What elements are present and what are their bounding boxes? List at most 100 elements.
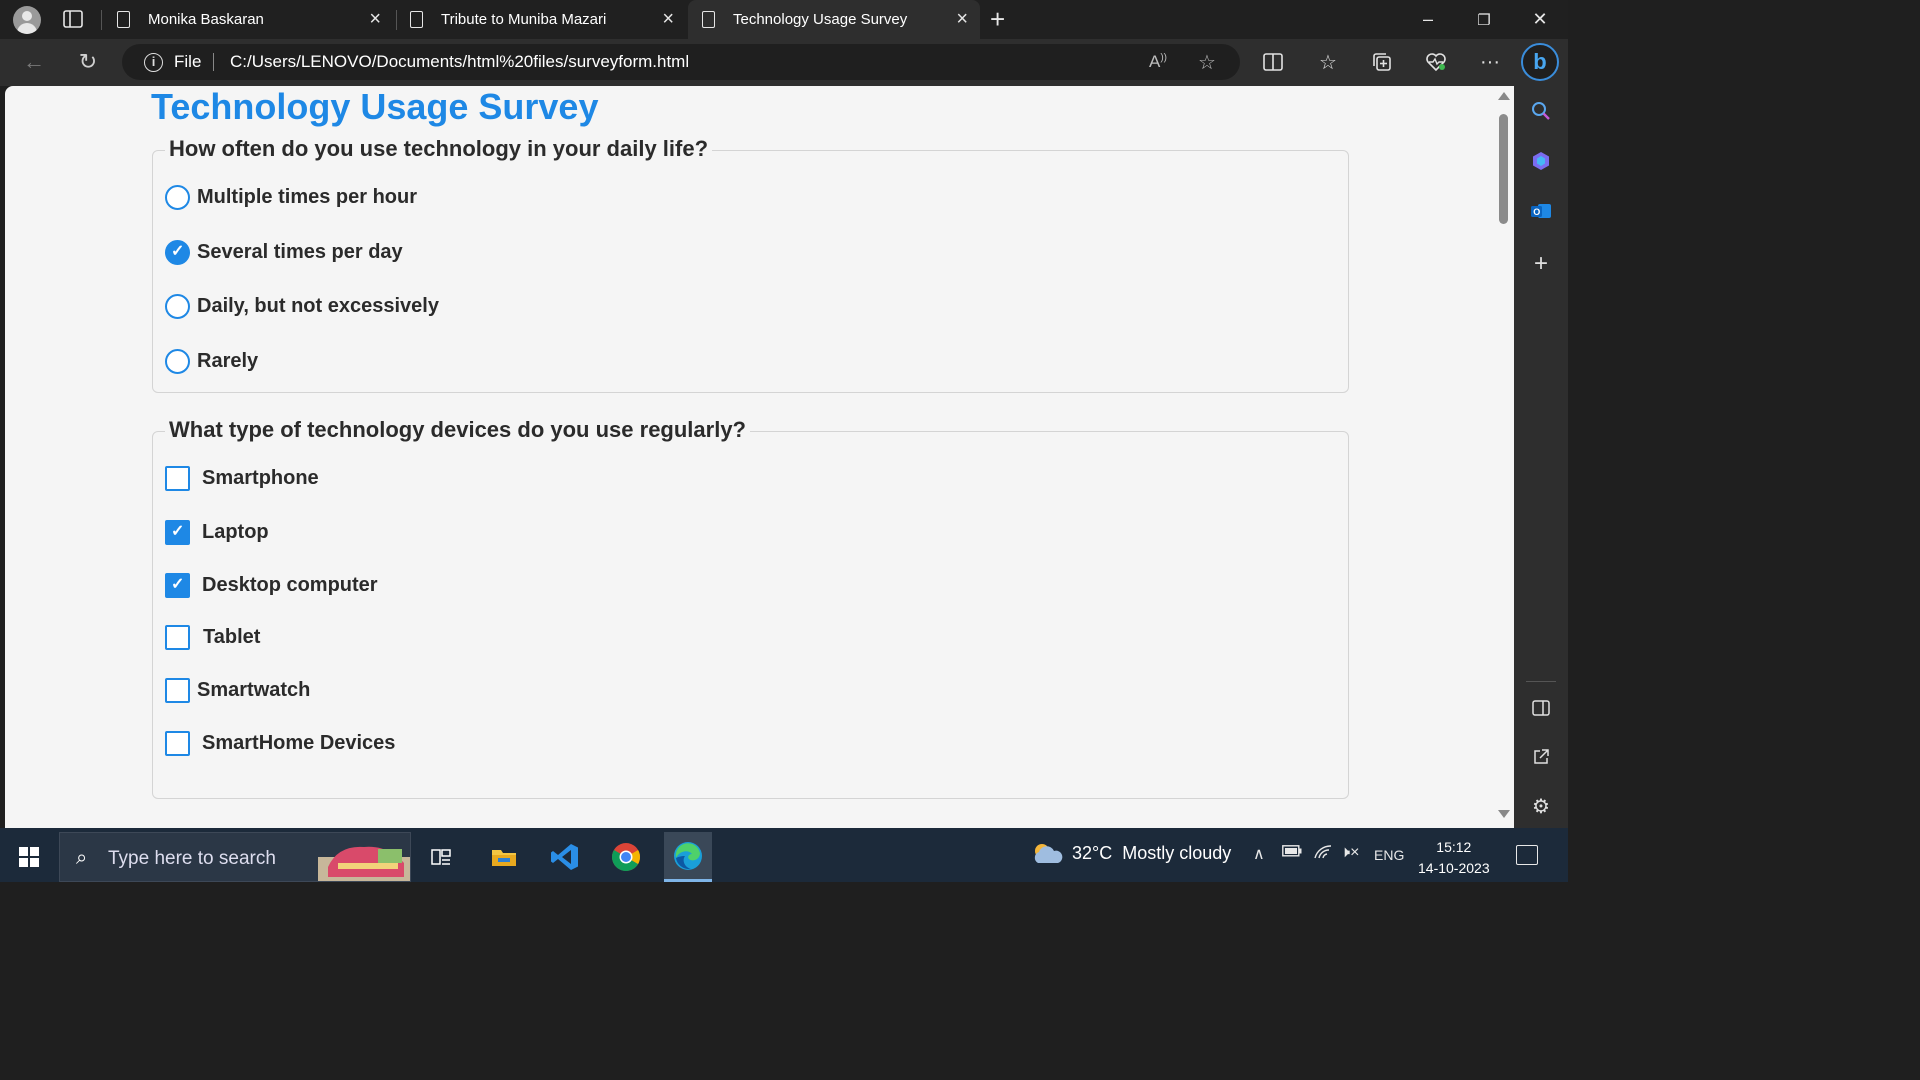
page-scrollbar[interactable]	[1494, 86, 1514, 828]
close-tab-icon[interactable]: ×	[956, 9, 968, 29]
minimize-button[interactable]: –	[1400, 0, 1456, 39]
question-legend: What type of technology devices do you u…	[165, 417, 750, 443]
option-label: Desktop computer	[202, 574, 378, 596]
copilot-icon[interactable]: b	[1521, 43, 1559, 81]
scroll-up-arrow-icon[interactable]	[1498, 92, 1510, 100]
task-view-icon[interactable]	[417, 832, 465, 882]
close-window-button[interactable]: ✕	[1512, 0, 1568, 39]
page-title: Technology Usage Survey	[151, 86, 599, 127]
tab-title: Monika Baskaran	[148, 11, 264, 28]
tab-actions-icon[interactable]	[63, 10, 83, 28]
windows-taskbar: ⌕ Type here to search 32°C Mostly cloudy…	[0, 828, 1568, 882]
checkbox[interactable]	[165, 466, 190, 491]
browser-essentials-icon[interactable]	[1423, 49, 1449, 75]
star-icon[interactable]: ☆	[1198, 50, 1216, 75]
tab-separator	[101, 10, 102, 30]
tab-technology-survey[interactable]: Technology Usage Survey ×	[688, 0, 980, 39]
scheme-label: File	[174, 52, 202, 71]
windows-start-icon[interactable]	[19, 847, 39, 867]
option-label: Rarely	[197, 350, 259, 372]
favorites-icon[interactable]: ☆	[1315, 49, 1341, 75]
checkbox-checked[interactable]	[165, 520, 190, 545]
clock-time: 15:12	[1436, 839, 1472, 855]
weather-condition: Mostly cloudy	[1122, 842, 1232, 863]
url-text[interactable]: C:/Users/LENOVO/Documents/html%20files/s…	[230, 52, 689, 72]
search-icon[interactable]	[1528, 98, 1554, 124]
option-smartwatch[interactable]: Smartwatch	[165, 678, 310, 703]
new-tab-icon[interactable]: +	[990, 5, 1005, 33]
tab-strip: Monika Baskaran × Tribute to Muniba Maza…	[0, 0, 1568, 39]
taskbar-search-input[interactable]: ⌕ Type here to search	[59, 832, 411, 882]
battery-icon[interactable]	[1282, 844, 1302, 862]
profile-avatar[interactable]	[13, 6, 41, 34]
copilot-app-icon[interactable]	[1528, 148, 1554, 174]
info-icon[interactable]: i	[144, 53, 163, 72]
option-rarely[interactable]: Rarely	[165, 349, 258, 374]
page-icon	[117, 11, 130, 28]
open-external-icon[interactable]	[1528, 744, 1554, 770]
split-screen-icon[interactable]	[1260, 49, 1286, 75]
option-smarthome-devices[interactable]: SmartHome Devices	[165, 731, 395, 756]
page-icon	[702, 11, 715, 28]
scroll-down-arrow-icon[interactable]	[1498, 810, 1510, 818]
show-hidden-icons-icon[interactable]: ∧	[1253, 844, 1265, 864]
page-icon	[410, 11, 423, 28]
scroll-thumb[interactable]	[1499, 114, 1508, 224]
address-separator	[213, 53, 214, 71]
hide-sidebar-icon[interactable]	[1528, 695, 1554, 721]
back-arrow-icon[interactable]: ←	[19, 47, 49, 77]
tab-title: Technology Usage Survey	[733, 11, 908, 28]
close-tab-icon[interactable]: ×	[369, 9, 381, 29]
restore-button[interactable]: ❐	[1456, 0, 1512, 39]
edge-icon[interactable]	[664, 832, 712, 882]
option-daily-not-excessively[interactable]: Daily, but not excessively	[165, 294, 439, 319]
add-icon[interactable]: +	[1528, 250, 1554, 277]
option-several-times-per-day[interactable]: Several times per day	[165, 240, 403, 265]
checkbox[interactable]	[165, 678, 190, 703]
language-indicator[interactable]: ENG	[1374, 847, 1404, 863]
option-smartphone[interactable]: Smartphone	[165, 466, 319, 491]
more-icon[interactable]: ···	[1477, 49, 1503, 75]
settings-icon[interactable]: ⚙	[1528, 793, 1554, 819]
cloud-icon	[1034, 844, 1063, 863]
checkbox-checked[interactable]	[165, 573, 190, 598]
radio-button[interactable]	[165, 349, 190, 374]
read-aloud-icon[interactable]: A))	[1149, 52, 1167, 72]
radio-button[interactable]	[165, 294, 190, 319]
collections-icon[interactable]	[1369, 49, 1395, 75]
svg-text:O: O	[1533, 207, 1540, 217]
search-placeholder: Type here to search	[108, 848, 276, 869]
tab-tribute[interactable]: Tribute to Muniba Mazari ×	[396, 0, 686, 39]
question-legend: How often do you use technology in your …	[165, 136, 713, 162]
question-frequency: How often do you use technology in your …	[152, 136, 1349, 393]
page-viewport: Technology Usage Survey How often do you…	[5, 86, 1514, 828]
edge-sidebar: O + ⚙	[1514, 86, 1568, 828]
option-label: Smartphone	[202, 467, 319, 489]
option-tablet[interactable]: Tablet	[165, 625, 260, 650]
option-label: Multiple times per hour	[197, 186, 418, 208]
option-multiple-times-per-hour[interactable]: Multiple times per hour	[165, 185, 417, 210]
tab-monika[interactable]: Monika Baskaran ×	[103, 0, 393, 39]
weather-temp: 32°C	[1072, 842, 1113, 863]
address-bar[interactable]: i File C:/Users/LENOVO/Documents/html%20…	[122, 44, 1240, 80]
search-highlight-illustration-icon	[318, 846, 410, 881]
chrome-icon[interactable]	[602, 832, 650, 882]
checkbox[interactable]	[165, 731, 190, 756]
file-explorer-icon[interactable]	[480, 832, 528, 882]
reload-icon[interactable]: ↻	[73, 47, 103, 77]
close-tab-icon[interactable]: ×	[662, 9, 674, 29]
radio-button-checked[interactable]	[165, 240, 190, 265]
option-laptop[interactable]: Laptop	[165, 520, 269, 545]
volume-muted-icon[interactable]: 🕨×	[1340, 844, 1359, 862]
taskbar-clock[interactable]: 15:12 14-10-2023	[1418, 837, 1490, 879]
checkbox[interactable]	[165, 625, 190, 650]
weather-widget[interactable]: 32°C Mostly cloudy	[1030, 842, 1231, 864]
option-label: Daily, but not excessively	[197, 295, 439, 317]
wifi-icon[interactable]	[1313, 844, 1333, 865]
notifications-icon[interactable]	[1516, 845, 1538, 865]
radio-button[interactable]	[165, 185, 190, 210]
outlook-icon[interactable]: O	[1528, 198, 1554, 224]
vs-code-icon[interactable]	[541, 832, 589, 882]
option-desktop-computer[interactable]: Desktop computer	[165, 573, 378, 598]
option-label: SmartHome Devices	[202, 732, 396, 754]
